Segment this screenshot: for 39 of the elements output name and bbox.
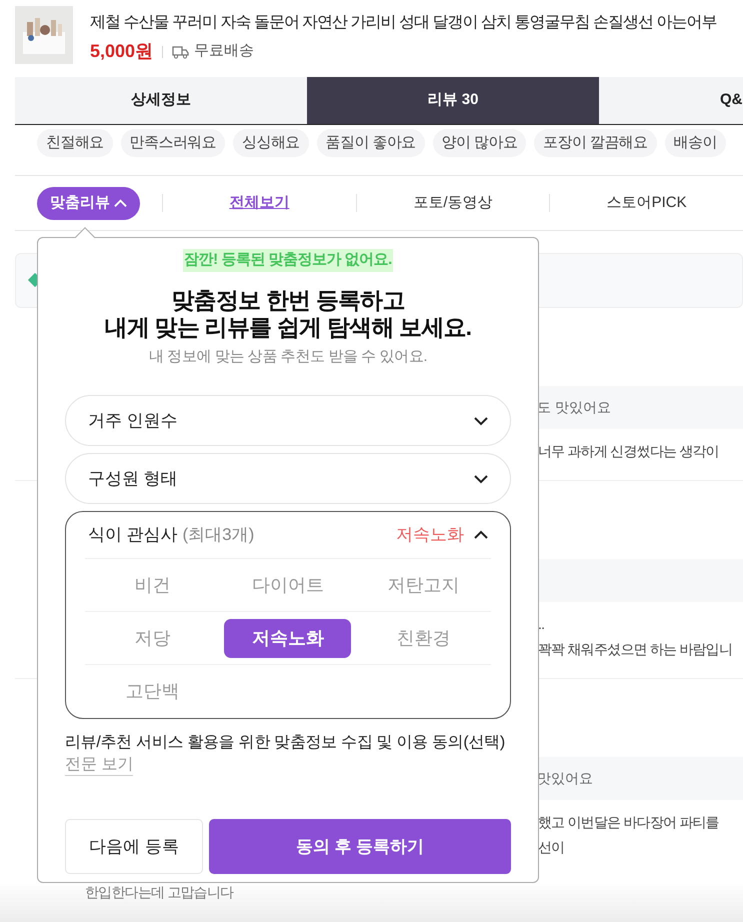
review-text: 너무 과하게 신경썼다는 생각이 xyxy=(538,442,719,461)
tag-chip[interactable]: 양이 많아요 xyxy=(432,129,526,157)
chevron-up-icon xyxy=(474,531,488,539)
filter-link[interactable]: 포토/동영상 xyxy=(356,192,550,214)
tag-chip[interactable]: 품질이 좋아요 xyxy=(316,129,425,157)
popup-subtext: 내 정보에 맞는 상품 추천도 받을 수 있어요. xyxy=(148,346,428,366)
later-button[interactable]: 다음에 등록 xyxy=(65,819,203,874)
tag-chip[interactable]: 만족스러워요 xyxy=(120,129,226,157)
chevron-down-icon xyxy=(474,474,488,482)
agree-register-button[interactable]: 동의 후 등록하기 xyxy=(209,819,511,874)
tag-chip[interactable]: 친절해요 xyxy=(37,129,113,157)
tag-chip[interactable]: 배송이 xyxy=(664,129,726,157)
tab[interactable]: 상세정보 xyxy=(15,77,307,124)
notice-text: 잠깐! 등록된 맞춤정보가 없어요. xyxy=(183,249,393,272)
tag-chip[interactable]: 포장이 깔끔해요 xyxy=(534,129,657,157)
tab[interactable]: Q& xyxy=(599,77,743,124)
select-dropdown[interactable]: 구성원 형태 xyxy=(65,453,511,504)
truck-icon xyxy=(172,44,190,58)
product-title: 제철 수산물 꾸러미 자숙 돌문어 자연산 가리비 성대 달갱이 삼치 통영굴무침 손질생선 아는어부 xyxy=(90,13,716,33)
consent-text: 리뷰/추천 서비스 활용을 위한 맞춤정보 수집 및 이용 동의(선택) xyxy=(65,733,505,753)
popup-heading: 내게 맞는 리뷰를 쉽게 탐색해 보세요. xyxy=(104,314,472,340)
price: 5,000원 xyxy=(90,40,154,63)
tag-chip[interactable]: 싱싱해요 xyxy=(233,129,309,157)
chevron-down-icon xyxy=(474,416,488,424)
review-text: 꽉꽉 채워주셨으면 하는 바람입니 xyxy=(538,640,732,659)
chevron-up-icon xyxy=(114,196,127,210)
review-text: 했고 이번달은 바다장어 파티를 xyxy=(538,813,719,832)
filter-link[interactable]: 전체보기 xyxy=(162,192,356,214)
filter-link[interactable]: 스토어PICK xyxy=(550,192,743,214)
popup-heading: 맞춤정보 한번 등록하고 xyxy=(171,286,405,314)
review-text: .. xyxy=(538,615,544,634)
select-dropdown[interactable]: 거주 인원수 xyxy=(65,395,511,446)
diet-interest-label: 식이 관심사 (최대3개) xyxy=(88,524,254,546)
review-text: 선이 xyxy=(538,838,564,857)
shipping-label: 무료배송 xyxy=(194,41,254,62)
custom-review-button[interactable]: 맞춤리뷰 xyxy=(37,186,140,220)
diet-option[interactable]: 저속노화 xyxy=(224,618,352,658)
review-text: 한입한다는데 고맙습니다 xyxy=(85,883,234,902)
tab[interactable]: 리뷰 30 xyxy=(307,77,599,124)
